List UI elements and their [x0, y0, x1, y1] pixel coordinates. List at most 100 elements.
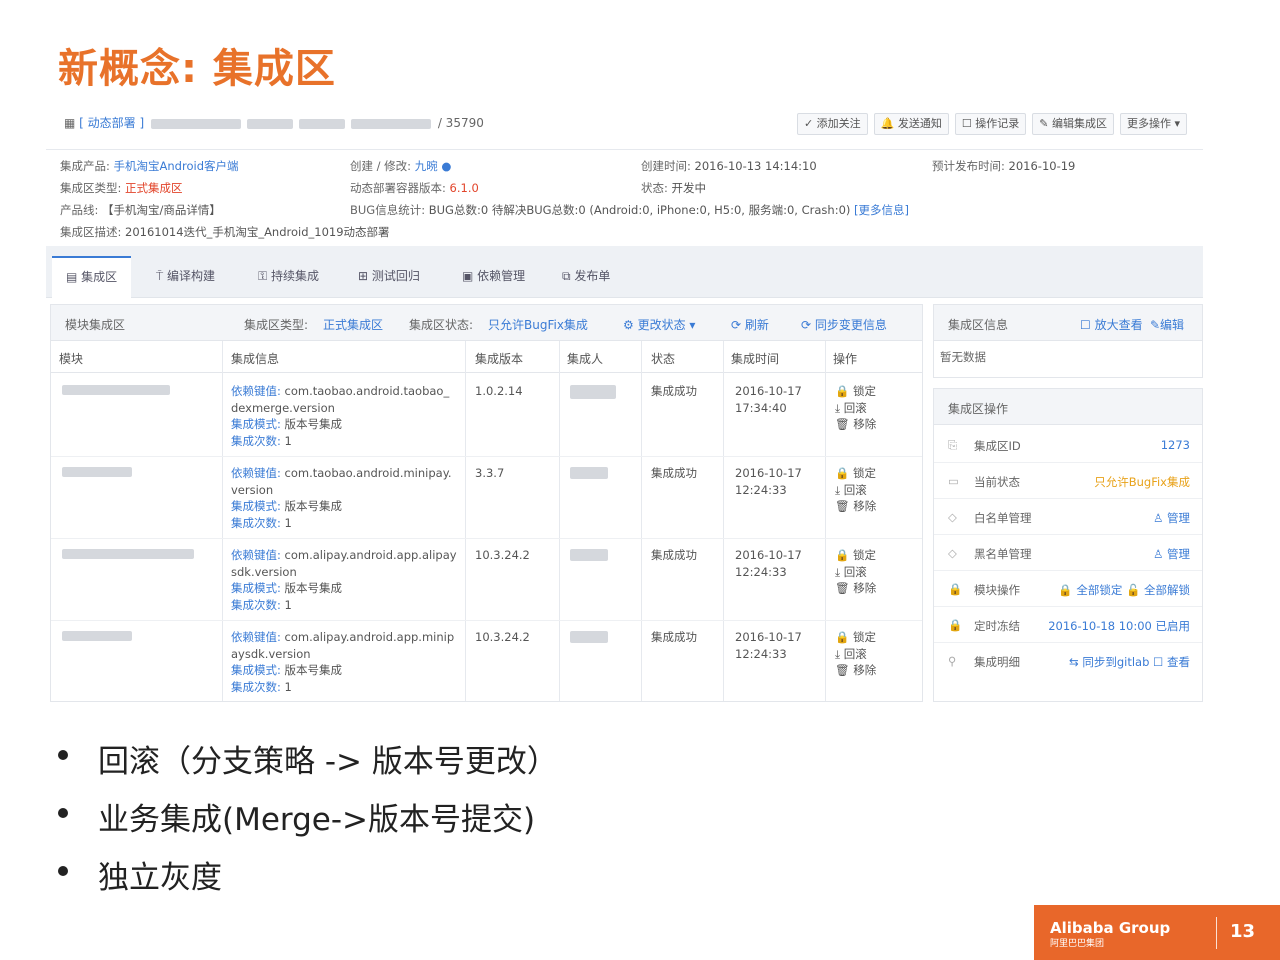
ops-label: 集成明细 — [974, 655, 1020, 669]
count-value: 1 — [284, 433, 292, 448]
integration-info: 依赖键值: com.taobao.android.taobao_ dexmerg… — [231, 383, 461, 449]
integration-info: 依赖键值: com.taobao.android.minipay. versio… — [231, 465, 461, 531]
actions-cell: 🔒 锁定 ⤓ 回滚 🗑 移除 — [835, 547, 876, 597]
empty-text: 暂无数据 — [940, 350, 986, 364]
module-panel-header: 模块集成区 集成区类型: 正式集成区 集成区状态: 只允许BugFix集成 ⚙ … — [51, 305, 922, 341]
zoom-view-button[interactable]: ☐ 放大查看 — [1080, 316, 1143, 333]
tab-integration-area[interactable]: ▤ 集成区 — [52, 256, 132, 298]
tab-label: 持续集成 — [270, 269, 319, 283]
lock-all-buttons[interactable]: 🔒 全部锁定 🔓 全部解锁 — [1058, 582, 1190, 598]
hammer-icon: ⍑ — [156, 269, 168, 283]
col-integrator: 集成人 — [567, 352, 604, 366]
meta-label: 集成区描述: — [60, 225, 122, 239]
area-description: 20161014迭代_手机淘宝_Android_1019动态部署 — [125, 225, 390, 239]
tab-label: 集成区 — [81, 270, 118, 284]
dev-state: 开发中 — [671, 181, 707, 195]
section-gap — [46, 246, 1203, 256]
time-cell: 2016-10-17 12:24:33 — [735, 465, 802, 498]
doc-icon: ▣ — [462, 269, 478, 283]
change-state-button[interactable]: ⚙ 更改状态 ▾ — [623, 316, 695, 333]
tab-build[interactable]: ⍑ 编译构建 — [156, 256, 215, 298]
key-value: com.taobao.android.taobao_ — [284, 384, 450, 398]
sync-gitlab-button[interactable]: ⇆ 同步到gitlab ☐ 查看 — [1069, 654, 1190, 670]
more-info-link[interactable]: [更多信息] — [854, 203, 909, 217]
remove-button[interactable]: 🗑 移除 — [835, 662, 876, 679]
ops-box: 集成区操作 ⎘ 集成区ID 1273 ▭ 当前状态 只允许BugFix集成 ◇ … — [933, 388, 1203, 702]
blurred-user — [570, 549, 608, 561]
time: 12:24:33 — [735, 564, 787, 579]
product-link[interactable]: 手机淘宝Android客户端 — [114, 159, 239, 173]
bullet-text: 业务集成(Merge->版本号提交) — [98, 802, 536, 838]
tab-bar: ▤ 集成区 ⍑ 编译构建 ⚿ 持续集成 ⊞ 测试回归 ▣ 依赖管理 ⧉ 发布单 — [46, 256, 1203, 298]
breadcrumb-link[interactable]: [ 动态部署 ] — [79, 116, 144, 130]
meta-label: 产品线: — [60, 203, 99, 217]
blacklist-manage-button[interactable]: ♙ 管理 — [1153, 546, 1190, 562]
rollback-button[interactable]: ⤓ 回滚 — [835, 646, 876, 663]
tab-release[interactable]: ⧉ 发布单 — [562, 256, 610, 298]
col-module: 模块 — [59, 352, 84, 366]
ops-row-state: ▭ 当前状态 只允许BugFix集成 — [934, 463, 1202, 499]
meta-label: 状态: — [641, 181, 668, 195]
rollback-button[interactable]: ⤓ 回滚 — [835, 482, 876, 499]
mode-value: 版本号集成 — [284, 581, 343, 595]
date: 2016-10-17 — [735, 466, 802, 480]
time-cell: 2016-10-17 12:24:33 — [735, 629, 802, 662]
key-label: 依赖键值: — [231, 466, 281, 480]
remove-button[interactable]: 🗑 移除 — [835, 498, 876, 515]
lock-button[interactable]: 🔒 锁定 — [835, 383, 876, 400]
lock-button[interactable]: 🔒 锁定 — [835, 465, 876, 482]
log-button[interactable]: ☐ 操作记录 — [954, 113, 1027, 135]
screenshot: ▦ [ 动态部署 ] / 35790 ✓ 添加关注 🔔 发送通知 ☐ 操作记录 … — [46, 96, 1203, 702]
rollback-button[interactable]: ⤓ 回滚 — [835, 564, 876, 581]
blurred-user — [570, 467, 608, 479]
remove-button[interactable]: 🗑 移除 — [835, 416, 876, 433]
key-value: com.alipay.android.app.minip — [284, 630, 455, 644]
freeze-schedule[interactable]: 2016-10-18 10:00 已启用 — [1048, 618, 1190, 634]
tag-icon: ◇ — [948, 510, 957, 524]
info-title: 集成区信息 — [948, 318, 1009, 332]
ops-label: 模块操作 — [974, 583, 1020, 597]
type-value: 正式集成区 — [323, 318, 384, 332]
status-badge: 集成成功 — [651, 466, 697, 480]
copy-icon: ⎘ — [948, 438, 958, 452]
notify-button[interactable]: 🔔 发送通知 — [873, 113, 949, 135]
breadcrumb: ▦ [ 动态部署 ] / 35790 — [64, 114, 484, 131]
col-info: 集成信息 — [231, 352, 280, 366]
count-label: 集成次数: — [231, 515, 281, 530]
remove-button[interactable]: 🗑 移除 — [835, 580, 876, 597]
side-panel: 集成区信息 ☐ 放大查看 ✎编辑 暂无数据 集成区操作 ⎘ 集成区ID 1273… — [933, 304, 1203, 702]
sync-changes-button[interactable]: ⟳ 同步变更信息 — [801, 316, 887, 333]
follow-button[interactable]: ✓ 添加关注 — [796, 113, 868, 135]
rollback-button[interactable]: ⤓ 回滚 — [835, 400, 876, 417]
edit-area-button[interactable]: ✎ 编辑集成区 — [1032, 113, 1114, 135]
count-label: 集成次数: — [231, 433, 281, 448]
key-value-cont: sdk.version — [231, 564, 297, 579]
count-value: 1 — [284, 597, 292, 612]
header-buttons: ✓ 添加关注 🔔 发送通知 ☐ 操作记录 ✎ 编辑集成区 更多操作 ▾ — [796, 113, 1187, 135]
version-cell: 3.3.7 — [475, 466, 505, 480]
mode-label: 集成模式: — [231, 417, 281, 431]
lock-button[interactable]: 🔒 锁定 — [835, 629, 876, 646]
tab-regression[interactable]: ⊞ 测试回归 — [358, 256, 420, 298]
ops-row-detail: ⚲ 集成明细 ⇆ 同步到gitlab ☐ 查看 — [934, 643, 1202, 679]
link-icon: ⚲ — [948, 654, 957, 668]
ops-row-module: 🔒 模块操作 🔒 全部锁定 🔓 全部解锁 — [934, 571, 1202, 607]
footer-divider — [1216, 917, 1217, 949]
creator-link[interactable]: 九晼 — [415, 159, 438, 173]
breadcrumb-id: / 35790 — [437, 116, 484, 130]
whitelist-manage-button[interactable]: ♙ 管理 — [1153, 510, 1190, 526]
edit-info-button[interactable]: ✎编辑 — [1150, 316, 1184, 333]
bug-stats: BUG总数:0 待解决BUG总数:0 (Android:0, iPhone:0,… — [428, 203, 851, 217]
ops-label: 白名单管理 — [974, 511, 1032, 525]
more-actions-button[interactable]: 更多操作 ▾ — [1119, 113, 1187, 135]
user-icon: ● — [441, 159, 452, 173]
tab-ci[interactable]: ⚿ 持续集成 — [258, 256, 319, 298]
current-state: 只允许BugFix集成 — [1094, 475, 1190, 489]
version-cell: 10.3.24.2 — [475, 630, 530, 644]
tab-dependencies[interactable]: ▣ 依赖管理 — [462, 256, 525, 298]
blurred-module — [62, 467, 132, 477]
lock-button[interactable]: 🔒 锁定 — [835, 547, 876, 564]
version-cell: 1.0.2.14 — [475, 384, 523, 398]
refresh-button[interactable]: ⟳ 刷新 — [731, 316, 769, 333]
blurred-user — [570, 631, 608, 643]
